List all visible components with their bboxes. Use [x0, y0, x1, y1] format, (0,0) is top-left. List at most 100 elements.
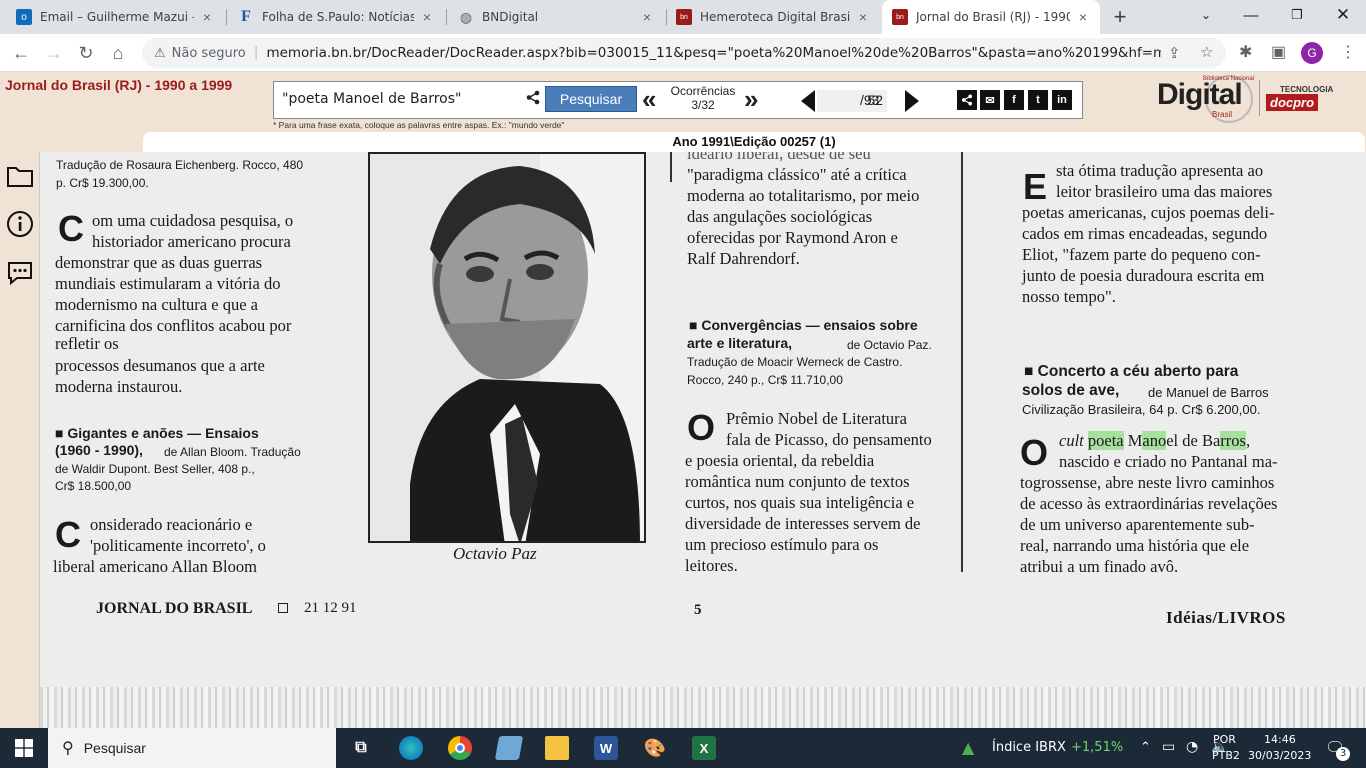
article-line: Eliot, "fazem parte do pequeno con-: [1022, 245, 1261, 264]
article-line: refletir os: [55, 334, 119, 353]
article-line: liberal americano Allan Bloom: [53, 557, 257, 576]
next-occurrence-icon[interactable]: »: [744, 84, 758, 115]
article-line: 'politicamente incorreto', o: [90, 536, 266, 555]
logo-tecnologia: TECNOLOGIA: [1280, 85, 1334, 94]
tab-bndigital[interactable]: ◍ BNDigital ×: [448, 0, 664, 34]
close-tab-icon[interactable]: ×: [856, 9, 870, 25]
notepad-icon[interactable]: [494, 736, 524, 760]
search-button[interactable]: Pesquisar: [545, 86, 637, 112]
comments-icon[interactable]: [5, 258, 35, 288]
close-tab-icon[interactable]: ×: [1076, 9, 1090, 25]
clock-date[interactable]: 30/03/2023: [1248, 749, 1311, 762]
search-input[interactable]: "poeta Manoel de Barros": [282, 91, 522, 107]
stock-chart-icon[interactable]: ▲: [962, 738, 974, 757]
language-indicator[interactable]: POR: [1213, 733, 1236, 746]
menu-dots-icon[interactable]: ⋮: [1340, 42, 1356, 62]
battery-icon[interactable]: ▭: [1162, 739, 1175, 755]
article-line: oferecidas por Raymond Aron e: [687, 228, 898, 247]
tab-jornal-do-brasil[interactable]: bn Jornal do Brasil (RJ) - 1990 a ×: [882, 0, 1100, 34]
excel-icon[interactable]: X: [692, 736, 716, 760]
collection-title: Jornal do Brasil (RJ) - 1990 a 1999: [5, 77, 233, 93]
facebook-icon[interactable]: f: [1004, 90, 1024, 110]
home-button[interactable]: ⌂: [105, 40, 131, 66]
share-icon[interactable]: ⇪: [1168, 44, 1181, 62]
profile-avatar[interactable]: G: [1301, 42, 1323, 64]
bookmark-star-icon[interactable]: ☆: [1200, 43, 1213, 61]
close-window-button[interactable]: ✕: [1320, 0, 1366, 30]
occurrences-label: Ocorrências: [670, 84, 736, 98]
ticker-label[interactable]: Índice IBRX: [992, 740, 1066, 755]
book-credit: de Allan Bloom. Tradução: [164, 445, 301, 459]
previous-page-icon[interactable]: [801, 90, 815, 112]
tab-title: BNDigital: [482, 10, 539, 24]
book-author: de Manuel de Barros: [1148, 385, 1269, 400]
side-panel-icon[interactable]: ▣: [1271, 42, 1286, 62]
close-tab-icon[interactable]: ×: [420, 9, 434, 25]
folder-icon[interactable]: [5, 161, 35, 191]
new-tab-button[interactable]: +: [1108, 4, 1132, 30]
tab-separator: [226, 9, 227, 25]
extensions-puzzle-icon[interactable]: ✱: [1239, 42, 1252, 62]
page-number: 5: [694, 602, 702, 618]
article-line: processos desumanos que a arte: [55, 356, 265, 375]
chrome-icon[interactable]: [448, 736, 472, 760]
article-line: historiador americano procura: [92, 232, 291, 251]
close-tab-icon[interactable]: ×: [640, 9, 654, 25]
forward-button[interactable]: →: [41, 40, 67, 66]
tab-search-icon[interactable]: ⌄: [1183, 0, 1229, 30]
tool-rail: [0, 152, 40, 728]
previous-occurrence-icon[interactable]: «: [642, 84, 656, 115]
linkedin-icon[interactable]: in: [1052, 90, 1072, 110]
email-icon[interactable]: ✉: [980, 90, 1000, 110]
file-explorer-icon[interactable]: [545, 736, 569, 760]
edge-icon[interactable]: [399, 736, 423, 760]
share-icon[interactable]: [957, 90, 977, 110]
search-panel: "poeta Manoel de Barros" Pesquisar « Oco…: [273, 81, 1083, 119]
book-price: Rocco, 240 p., Cr$ 11.710,00: [687, 373, 843, 387]
show-hidden-icons[interactable]: ⌃: [1140, 740, 1151, 755]
back-button[interactable]: ←: [8, 40, 34, 66]
newspaper-name: JORNAL DO BRASIL: [96, 600, 253, 617]
book-title: ■ Convergências — ensaios sobre: [689, 317, 918, 333]
network-icon[interactable]: ◔: [1186, 739, 1198, 755]
newspaper-page[interactable]: Tradução de Rosaura Eichenberg. Rocco, 4…: [40, 152, 1366, 728]
book-title: (1960 - 1990),: [55, 442, 143, 458]
line-fragment: ,: [1245, 431, 1251, 450]
search-hit-poeta: poeta: [1087, 431, 1124, 450]
drop-cap: C: [55, 514, 81, 555]
folha-icon: F: [241, 8, 251, 25]
task-view-icon[interactable]: ⧉: [349, 736, 373, 760]
article-line: de acesso às extraordinárias revelações: [1020, 494, 1278, 513]
search-icon: ⚲: [62, 740, 74, 757]
close-tab-icon[interactable]: ×: [200, 9, 214, 25]
windows-start-icon[interactable]: [12, 736, 36, 760]
article-line: leitores.: [685, 556, 738, 575]
twitter-icon[interactable]: t: [1028, 90, 1048, 110]
globe-icon: ◍: [459, 8, 473, 25]
book-credit: Civilização Brasileira, 64 p. Cr$ 6.200,…: [1022, 402, 1261, 417]
clock-time[interactable]: 14:46: [1264, 733, 1296, 746]
info-icon[interactable]: [5, 209, 35, 239]
paint-icon[interactable]: 🎨: [643, 736, 667, 760]
url-text[interactable]: memoria.bn.br/DocReader/DocReader.aspx?b…: [266, 45, 1161, 61]
ticker-value[interactable]: +1,51%: [1071, 740, 1123, 755]
tab-hemeroteca[interactable]: bn Hemeroteca Digital Brasileira ×: [666, 0, 880, 34]
next-page-icon[interactable]: [905, 90, 919, 112]
logo-bn-text: Biblioteca Nacional: [1203, 76, 1255, 82]
article-line: Prêmio Nobel de Literatura: [726, 409, 907, 428]
article-line: moderna ao totalitarismo, por meio: [687, 186, 920, 205]
tab-title: Folha de S.Paulo: Notícias, Im: [262, 10, 414, 24]
tab-folha[interactable]: F Folha de S.Paulo: Notícias, Im ×: [228, 0, 444, 34]
word-icon[interactable]: W: [594, 736, 618, 760]
reload-button[interactable]: ↻: [73, 40, 99, 66]
tab-title: Email – Guilherme Mazui – O: [40, 10, 194, 24]
taskbar-search[interactable]: ⚲ Pesquisar: [48, 728, 336, 768]
omnibox[interactable]: ⚠ Não seguro | memoria.bn.br/DocReader/D…: [142, 38, 1226, 68]
share-search-icon[interactable]: [526, 90, 540, 109]
tab-email[interactable]: o Email – Guilherme Mazui – O ×: [6, 0, 224, 34]
restore-button[interactable]: ❐: [1274, 0, 1320, 30]
keyboard-layout[interactable]: PTB2: [1212, 749, 1240, 762]
minimize-button[interactable]: —: [1228, 0, 1274, 30]
article-line: curtos, nos quais sua inteligência e: [685, 493, 915, 512]
tab-title: Hemeroteca Digital Brasileira: [700, 10, 850, 24]
